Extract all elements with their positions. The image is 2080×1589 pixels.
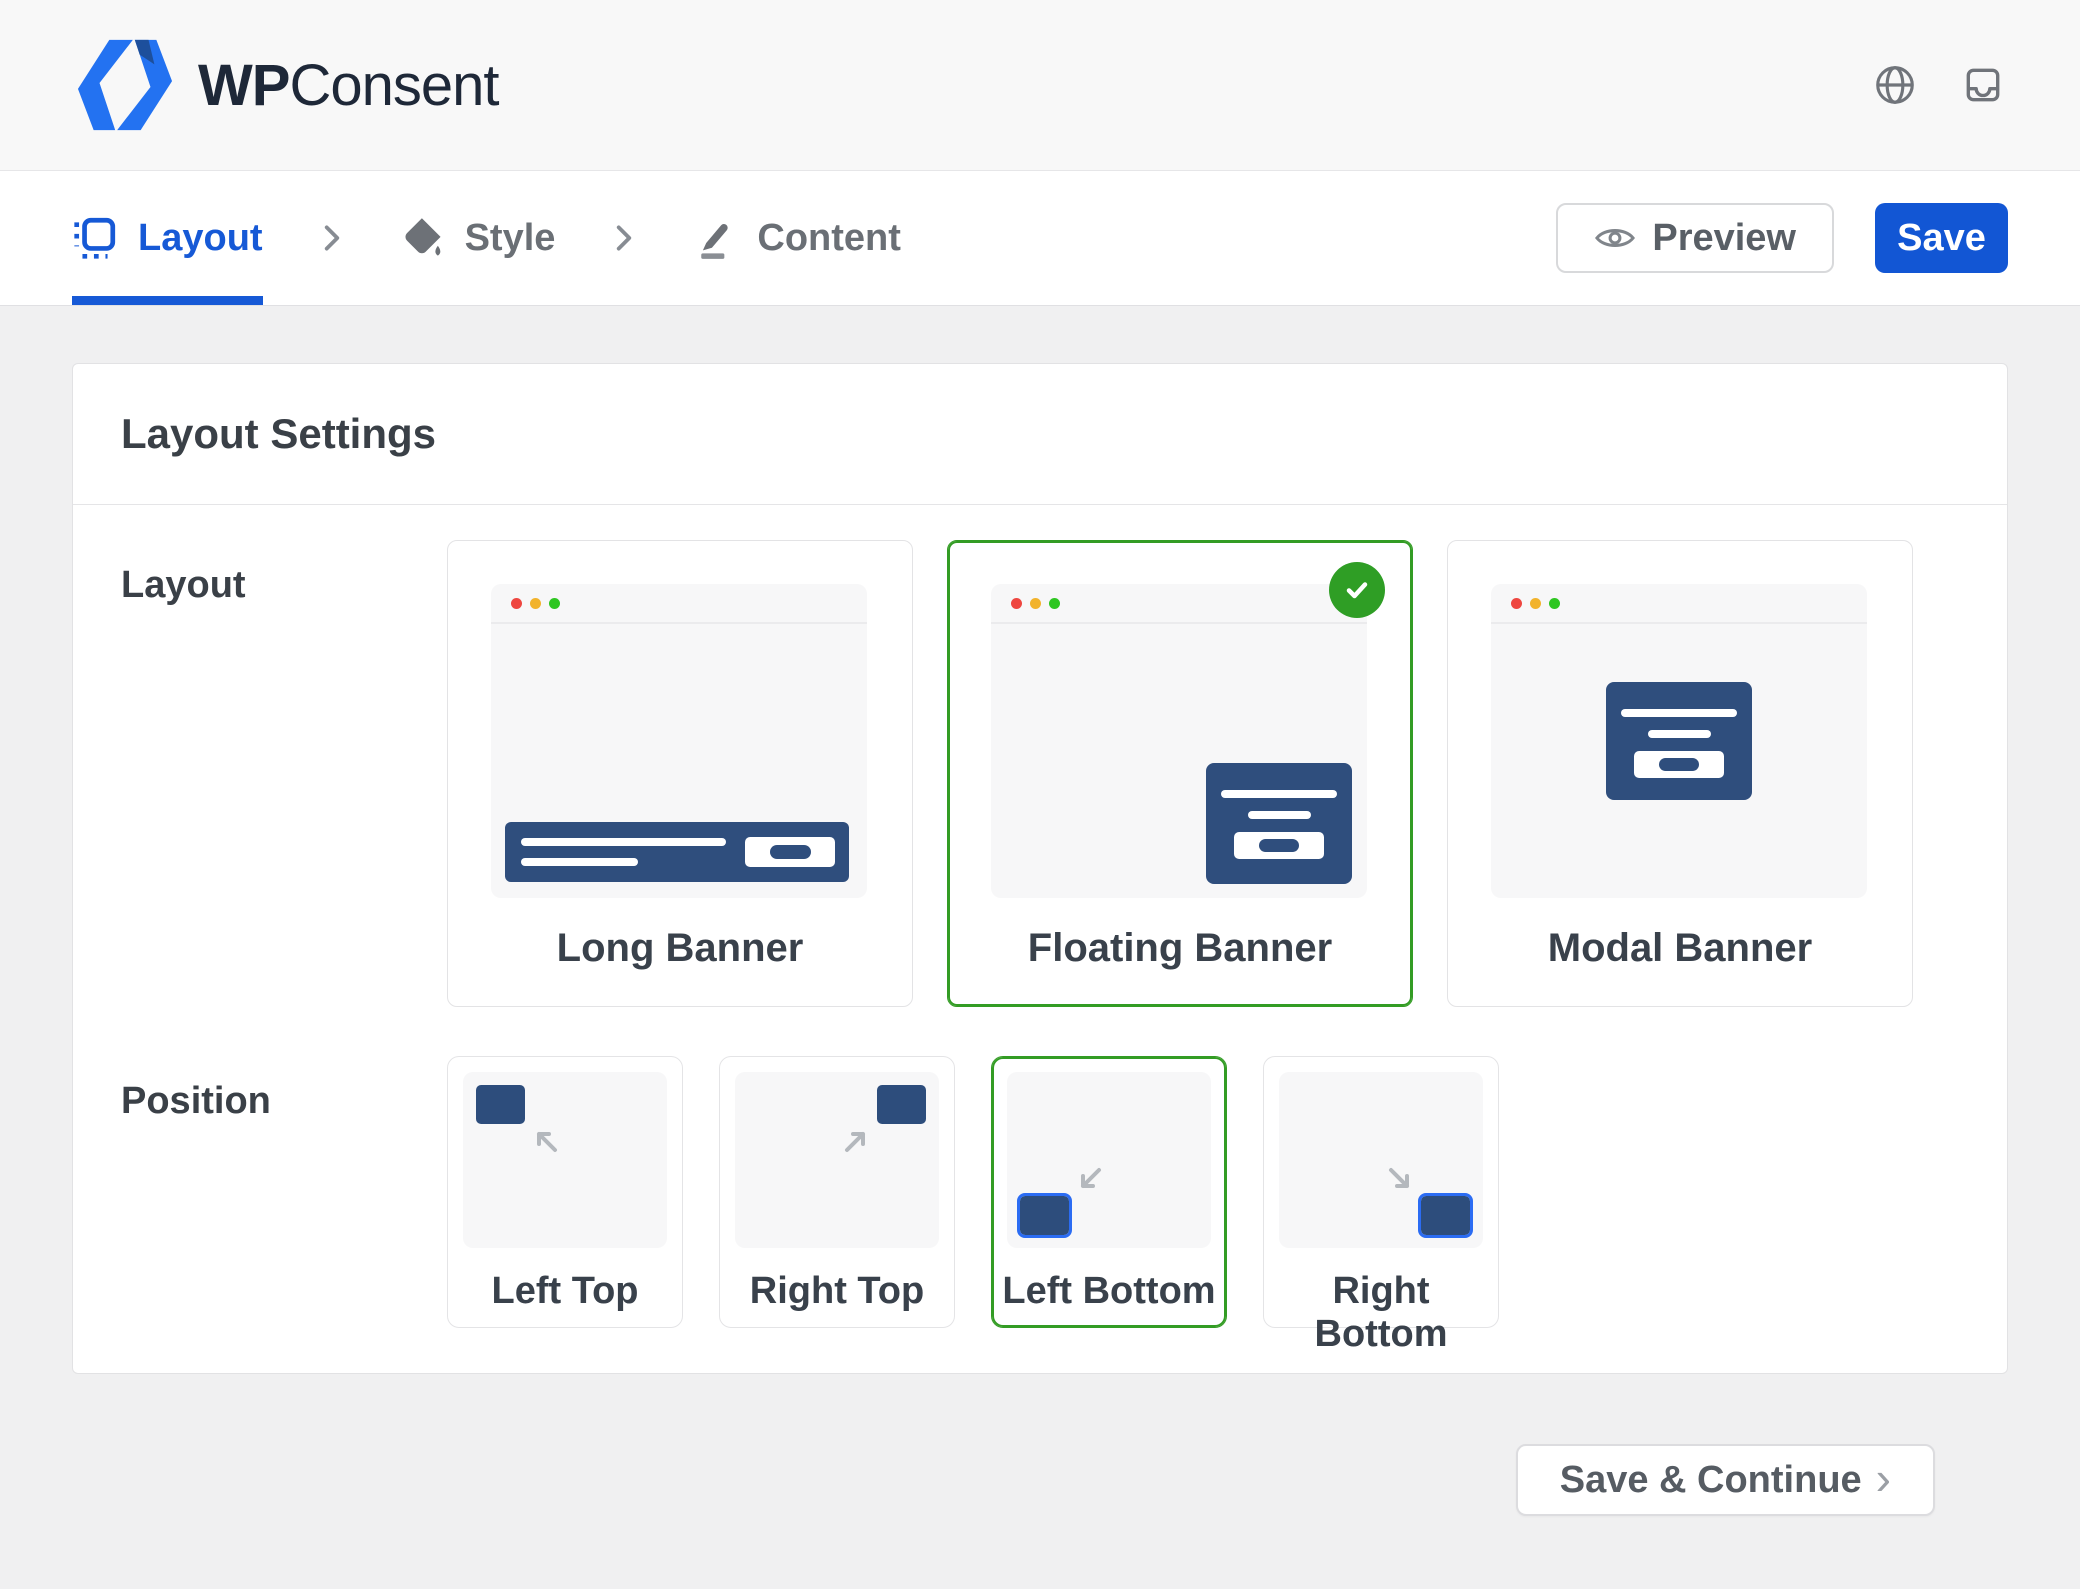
modal-banner-illustration — [1606, 682, 1752, 800]
browser-titlebar — [491, 584, 867, 624]
arrow-up-right-icon — [841, 1124, 873, 1156]
position-options: Left Top Right Top — [447, 1056, 1499, 1328]
layout-option-label: Long Banner — [448, 926, 912, 971]
tab-style-label: Style — [465, 217, 556, 260]
footer-bar: Save & Continue › — [72, 1374, 2008, 1516]
chevron-right-icon — [613, 221, 635, 255]
position-option-label: Right Bottom — [1264, 1270, 1498, 1356]
layout-option-label: Floating Banner — [948, 926, 1412, 971]
chevron-right-icon: › — [1876, 1455, 1891, 1501]
green-dot-icon — [1549, 598, 1560, 609]
card-body: Layout — [73, 505, 2007, 1373]
inbox-icon[interactable] — [1962, 64, 2004, 106]
header-icons — [1872, 62, 2004, 108]
arrow-down-left-icon — [1073, 1164, 1105, 1196]
save-button[interactable]: Save — [1875, 203, 2008, 273]
pencil-icon — [693, 216, 737, 260]
settings-nav: Layout Style — [0, 171, 2080, 306]
position-option-right-bottom[interactable]: Right Bottom — [1263, 1056, 1499, 1328]
browser-titlebar — [1491, 584, 1867, 624]
position-option-left-bottom[interactable]: Left Bottom — [991, 1056, 1227, 1328]
layout-option-modal-banner[interactable]: Modal Banner — [1447, 540, 1913, 1007]
position-option-left-top[interactable]: Left Top — [447, 1056, 683, 1328]
long-banner-illustration — [505, 822, 849, 882]
tab-content-label: Content — [757, 217, 901, 260]
preview-button[interactable]: Preview — [1556, 203, 1834, 273]
banner-rect — [476, 1085, 525, 1124]
save-button-label: Save — [1897, 217, 1986, 260]
save-continue-label: Save & Continue — [1560, 1459, 1862, 1502]
brand-name-rest: Consent — [289, 53, 498, 118]
layout-option-floating-banner[interactable]: Floating Banner — [947, 540, 1413, 1007]
wpconsent-logo-icon — [76, 37, 174, 133]
tab-layout-label: Layout — [138, 217, 263, 260]
red-dot-icon — [1511, 598, 1522, 609]
position-row-label: Position — [121, 1056, 447, 1328]
tab-content[interactable]: Content — [693, 171, 901, 305]
layout-option-long-banner[interactable]: Long Banner — [447, 540, 913, 1007]
brand-name-bold: WP — [198, 53, 289, 118]
paint-bucket-icon — [401, 216, 445, 260]
position-option-right-top[interactable]: Right Top — [719, 1056, 955, 1328]
layout-options: Long Banner — [447, 540, 1913, 1007]
position-option-label: Left Top — [448, 1270, 682, 1313]
position-option-label: Right Top — [720, 1270, 954, 1313]
arrow-down-right-icon — [1385, 1164, 1417, 1196]
yellow-dot-icon — [530, 598, 541, 609]
save-continue-button[interactable]: Save & Continue › — [1516, 1444, 1935, 1516]
green-dot-icon — [1049, 598, 1060, 609]
browser-mockup — [991, 584, 1367, 898]
page-title: Layout Settings — [121, 410, 1959, 458]
position-option-label: Left Bottom — [992, 1270, 1226, 1313]
yellow-dot-icon — [1030, 598, 1041, 609]
arrow-up-left-icon — [529, 1124, 561, 1156]
app-header: WPConsent — [0, 0, 2080, 171]
banner-rect — [1421, 1196, 1470, 1235]
active-tab-underline — [72, 296, 263, 305]
tab-layout[interactable]: Layout — [72, 171, 263, 305]
layout-row-label: Layout — [121, 540, 447, 1007]
floating-banner-illustration — [1206, 763, 1352, 884]
browser-titlebar — [991, 584, 1367, 624]
green-dot-icon — [549, 598, 560, 609]
preview-button-label: Preview — [1652, 217, 1796, 260]
globe-icon[interactable] — [1872, 62, 1918, 108]
red-dot-icon — [1011, 598, 1022, 609]
layout-option-label: Modal Banner — [1448, 926, 1912, 971]
red-dot-icon — [511, 598, 522, 609]
banner-rect — [1020, 1196, 1069, 1235]
stepper-tabs: Layout Style — [72, 171, 901, 305]
tab-style[interactable]: Style — [401, 171, 556, 305]
layout-icon — [72, 215, 118, 261]
eye-icon — [1594, 223, 1636, 253]
layout-setting-row: Layout — [121, 540, 1959, 1007]
position-setting-row: Position Left Top — [121, 1056, 1959, 1328]
card-header: Layout Settings — [73, 364, 2007, 505]
brand-name: WPConsent — [198, 52, 498, 119]
browser-mockup — [1491, 584, 1867, 898]
main-content: Layout Settings Layout — [0, 306, 2080, 1516]
nav-actions: Preview Save — [1556, 203, 2008, 273]
banner-rect — [877, 1085, 926, 1124]
yellow-dot-icon — [1530, 598, 1541, 609]
brand-logo: WPConsent — [76, 37, 498, 133]
chevron-right-icon — [321, 221, 343, 255]
layout-settings-card: Layout Settings Layout — [72, 363, 2008, 1374]
browser-mockup — [491, 584, 867, 898]
selected-check-icon — [1329, 562, 1385, 618]
